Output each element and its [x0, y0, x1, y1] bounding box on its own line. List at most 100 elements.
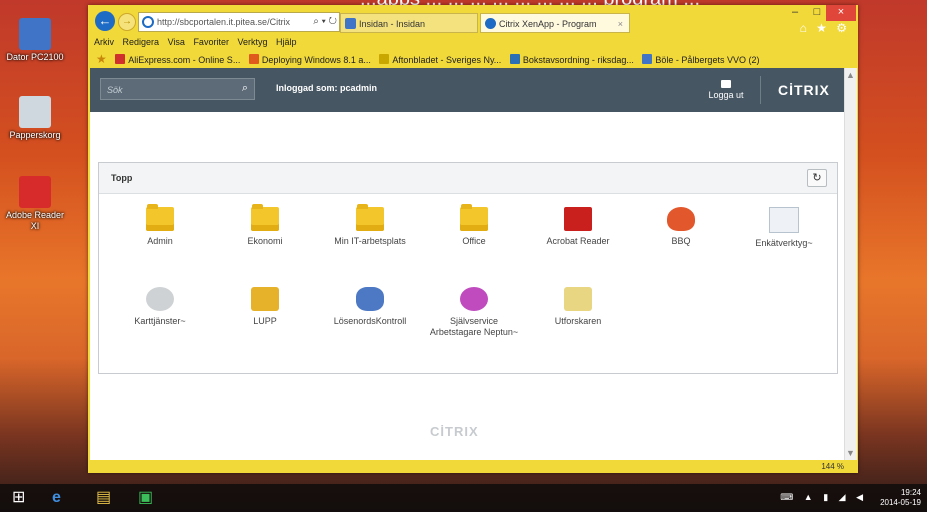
- apps-panel: Topp ↻ Admin Ekonomi Min IT-arbetsplats …: [98, 162, 838, 374]
- status-bar: 144 %: [88, 460, 858, 473]
- map-icon: [146, 287, 174, 311]
- desktop-icon-computer[interactable]: Dator PC2100: [4, 18, 66, 63]
- app-min-it-arbetsplats[interactable]: Min IT-arbetsplats: [325, 204, 415, 247]
- desktop-icon-adobe-reader[interactable]: Adobe Reader XI: [4, 176, 66, 232]
- desktop-icon-label: Papperskorg: [9, 130, 61, 140]
- app-lupp[interactable]: LUPP: [220, 287, 310, 327]
- scroll-up-icon[interactable]: ▲: [846, 70, 855, 80]
- favorite-deploying-windows[interactable]: Deploying Windows 8.1 a...: [248, 51, 371, 68]
- favorites-bar: ★ AliExpress.com - Online S... Deploying…: [88, 50, 858, 68]
- panel-header: Topp ↻: [99, 163, 837, 194]
- header-divider: [760, 76, 761, 104]
- clock-time: 19:24: [900, 488, 921, 497]
- tab-insidan[interactable]: Insidan - Insidan: [340, 13, 478, 33]
- app-enkatverktyg[interactable]: Enkätverktyg~: [739, 207, 829, 249]
- app-office[interactable]: Office: [429, 204, 519, 247]
- app-acrobat-reader[interactable]: Acrobat Reader: [533, 207, 623, 247]
- citrix-header: ⌕ Inloggad som: pcadmin Logga ut CİTRIX: [90, 68, 844, 112]
- menu-redigera[interactable]: Redigera: [123, 37, 160, 47]
- flame-icon: [667, 207, 695, 231]
- start-button[interactable]: ⊞: [12, 488, 25, 508]
- desktop-icon-label: Adobe Reader XI: [5, 210, 65, 231]
- app-label: LösenordsKontroll: [333, 316, 407, 326]
- zoom-level[interactable]: 144 %: [821, 460, 844, 473]
- back-button[interactable]: ←: [95, 11, 115, 31]
- browser-window: ← → http://sbcportalen.it.pitea.se/Citri…: [88, 5, 858, 473]
- file-explorer-icon[interactable]: ▤: [96, 488, 111, 508]
- page-icon: [345, 18, 356, 29]
- favorites-star-icon[interactable]: ★: [96, 50, 107, 68]
- close-button[interactable]: ×: [826, 5, 856, 21]
- computer-icon: [19, 18, 51, 50]
- adobe-reader-icon: [19, 176, 51, 208]
- favorite-bole[interactable]: Böle - Pålbergets VVO (2): [642, 51, 759, 68]
- page-scrollbar[interactable]: ▲ ▼: [844, 68, 857, 460]
- folder-icon: [460, 204, 488, 231]
- menu-verktyg[interactable]: Verktyg: [237, 37, 267, 47]
- favorite-aliexpress[interactable]: AliExpress.com - Online S...: [115, 51, 240, 68]
- menu-hjalp[interactable]: Hjälp: [276, 37, 297, 47]
- favorite-icon: [379, 54, 390, 64]
- favorite-aftonbladet[interactable]: Aftonbladet - Sveriges Ny...: [379, 51, 501, 68]
- app-bbq[interactable]: BBQ: [636, 207, 726, 247]
- desktop-icon-label: Dator PC2100: [6, 52, 64, 62]
- app-label: Enkätverktyg~: [755, 238, 813, 248]
- menu-arkiv[interactable]: Arkiv: [94, 37, 114, 47]
- app-karttjanster[interactable]: Karttjänster~: [115, 287, 205, 327]
- panel-title: Topp: [111, 173, 133, 183]
- lock-icon: [721, 80, 731, 88]
- address-bar[interactable]: http://sbcportalen.it.pitea.se/Citrix ⌕ …: [138, 12, 340, 32]
- keys-icon: [356, 287, 384, 311]
- tab-close-icon[interactable]: ×: [618, 14, 623, 32]
- selfservice-icon: [460, 287, 488, 311]
- app-label: BBQ: [671, 236, 691, 246]
- app-label: Min IT-arbetsplats: [334, 236, 406, 246]
- internet-explorer-icon[interactable]: e: [52, 488, 61, 508]
- app-label: Admin: [147, 236, 173, 246]
- app-label: Självservice Arbetstagare Neptun~: [429, 316, 519, 337]
- app-admin[interactable]: Admin: [115, 204, 205, 247]
- taskbar: ⊞ e ▤ ▣ ⌨ ▲ ▮ ◢ ◀ 19:24 2014-05-19: [0, 484, 927, 512]
- search-icon[interactable]: ⌕: [242, 82, 248, 95]
- menu-visa[interactable]: Visa: [168, 37, 185, 47]
- address-controls[interactable]: ⌕ ▾ ↻: [313, 13, 337, 31]
- tab-label: Insidan - Insidan: [359, 19, 426, 29]
- lupp-icon: [251, 287, 279, 311]
- logout-button[interactable]: Logga ut: [706, 76, 746, 100]
- folder-icon: [146, 204, 174, 231]
- search-input[interactable]: [105, 82, 229, 98]
- address-url: http://sbcportalen.it.pitea.se/Citrix: [157, 17, 291, 27]
- home-favorites-settings-icons[interactable]: ⌂ ★ ⚙: [800, 21, 850, 35]
- forward-button[interactable]: →: [118, 13, 136, 31]
- folder-icon: [251, 204, 279, 231]
- store-icon[interactable]: ▣: [138, 488, 153, 508]
- tab-citrix-xenapp[interactable]: Citrix XenApp - Program ×: [480, 13, 630, 33]
- ie-icon: [485, 18, 496, 29]
- app-losenordskontroll[interactable]: LösenordsKontroll: [325, 287, 415, 327]
- clock-date: 2014-05-19: [880, 498, 921, 507]
- search-box: ⌕: [100, 78, 255, 100]
- menu-favoriter[interactable]: Favoriter: [193, 37, 229, 47]
- scroll-down-icon[interactable]: ▼: [846, 448, 855, 458]
- citrix-logo: CİTRIX: [778, 82, 830, 98]
- refresh-button[interactable]: ↻: [807, 169, 827, 187]
- favorite-icon: [115, 54, 126, 64]
- app-label: Office: [462, 236, 486, 246]
- desktop-icon-recycle-bin[interactable]: Papperskorg: [4, 96, 66, 141]
- menu-bar: Arkiv Redigera Visa Favoriter Verktyg Hj…: [88, 35, 858, 50]
- app-label: Utforskaren: [554, 316, 602, 326]
- app-utforskaren[interactable]: Utforskaren: [533, 287, 623, 327]
- app-ekonomi[interactable]: Ekonomi: [220, 204, 310, 247]
- recycle-bin-icon: [19, 96, 51, 128]
- clock[interactable]: 19:24 2014-05-19: [880, 488, 921, 508]
- tab-bar: ← → http://sbcportalen.it.pitea.se/Citri…: [88, 5, 858, 35]
- app-sjalvservice[interactable]: Självservice Arbetstagare Neptun~: [429, 287, 519, 338]
- folder-icon: [356, 204, 384, 231]
- acrobat-icon: [564, 207, 592, 231]
- app-label: Karttjänster~: [134, 316, 186, 326]
- favorite-icon: [642, 54, 653, 64]
- favorite-bokstavsordning[interactable]: Bokstavsordning - riksdag...: [509, 51, 634, 68]
- tray-icons[interactable]: ⌨ ▲ ▮ ◢ ◀: [780, 492, 867, 503]
- logout-label: Logga ut: [708, 90, 744, 100]
- favorite-icon: [509, 54, 520, 64]
